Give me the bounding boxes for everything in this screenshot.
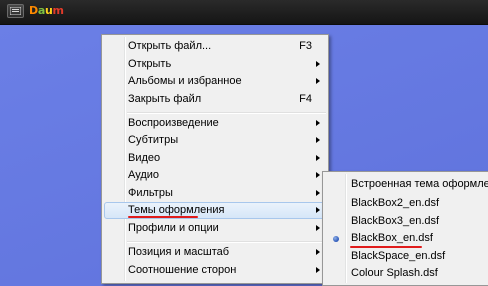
submenu-arrow-icon [316, 190, 320, 196]
menu-item-close-file[interactable]: Закрыть файл F4 [104, 91, 326, 108]
app-logo: Daum [29, 4, 64, 17]
skin-item-builtin[interactable]: Встроенная тема оформления [325, 176, 488, 193]
menu-item-label: Позиция и масштаб [128, 246, 230, 258]
menu-item-label: Альбомы и избранное [128, 75, 242, 87]
menu-item-open[interactable]: Открыть [104, 56, 326, 73]
menu-item-label: Фильтры [128, 187, 173, 199]
menu-item-label: Воспроизведение [128, 117, 219, 129]
skin-item-blackbox3[interactable]: BlackBox3_en.dsf [325, 213, 488, 230]
menu-item-label: BlackBox_en.dsf [351, 232, 433, 244]
menu-icon [10, 7, 21, 15]
menu-item-position-scale[interactable]: Позиция и масштаб [104, 244, 326, 261]
menu-item-playback[interactable]: Воспроизведение [104, 115, 326, 132]
skin-item-blackbox[interactable]: BlackBox_en.dsf [325, 230, 488, 247]
menu-item-video[interactable]: Видео [104, 150, 326, 167]
main-menu-button[interactable] [7, 4, 24, 18]
menu-item-filters[interactable]: Фильтры [104, 185, 326, 202]
submenu-arrow-icon [316, 172, 320, 178]
submenu-arrow-icon [316, 137, 320, 143]
submenu-arrow-icon [316, 61, 320, 67]
annotation-underline [128, 216, 198, 218]
submenu-arrow-icon [316, 155, 320, 161]
menu-item-label: Профили и опции [128, 222, 219, 234]
submenu-arrow-icon [316, 225, 320, 231]
menu-item-open-file[interactable]: Открыть файл... F3 [104, 38, 326, 55]
menu-item-label: Colour Splash.dsf [351, 267, 438, 279]
menu-item-profiles[interactable]: Профили и опции [104, 220, 326, 237]
menu-separator [127, 241, 326, 243]
menu-separator [127, 112, 326, 114]
menu-item-label: Встроенная тема оформления [351, 178, 488, 190]
menu-item-label: Открыть файл... [128, 40, 212, 52]
submenu-arrow-icon [316, 267, 320, 273]
menu-item-shortcut: F3 [299, 40, 312, 52]
menu-item-label: BlackBox3_en.dsf [351, 215, 440, 227]
menu-item-subtitles[interactable]: Субтитры [104, 132, 326, 149]
title-bar: Daum [0, 0, 488, 25]
submenu-arrow-icon [316, 78, 320, 84]
menu-item-label: Открыть [128, 58, 172, 70]
menu-item-shortcut: F4 [299, 93, 312, 105]
skin-item-colour-splash[interactable]: Colour Splash.dsf [325, 265, 488, 282]
submenu-arrow-icon [316, 120, 320, 126]
skin-item-blackbox2[interactable]: BlackBox2_en.dsf [325, 195, 488, 212]
annotation-underline [350, 246, 422, 248]
menu-item-albums[interactable]: Альбомы и избранное [104, 73, 326, 90]
menu-item-label: BlackSpace_en.dsf [351, 250, 446, 262]
menu-item-aspect-ratio[interactable]: Соотношение сторон [104, 262, 326, 279]
context-menu: Открыть файл... F3 Открыть Альбомы и изб… [101, 34, 329, 284]
submenu-arrow-icon [316, 249, 320, 255]
menu-item-label: Субтитры [128, 134, 179, 146]
skin-item-blackspace[interactable]: BlackSpace_en.dsf [325, 248, 488, 265]
radio-selected-icon [333, 236, 339, 242]
menu-item-label: Соотношение сторон [128, 264, 237, 276]
menu-item-audio[interactable]: Аудио [104, 167, 326, 184]
menu-item-label: BlackBox2_en.dsf [351, 197, 440, 209]
submenu-arrow-icon [316, 207, 320, 213]
menu-item-label: Аудио [128, 169, 160, 181]
menu-item-label: Видео [128, 152, 161, 164]
menu-item-label: Закрыть файл [128, 93, 202, 105]
skins-submenu: Встроенная тема оформления BlackBox2_en.… [322, 171, 488, 286]
